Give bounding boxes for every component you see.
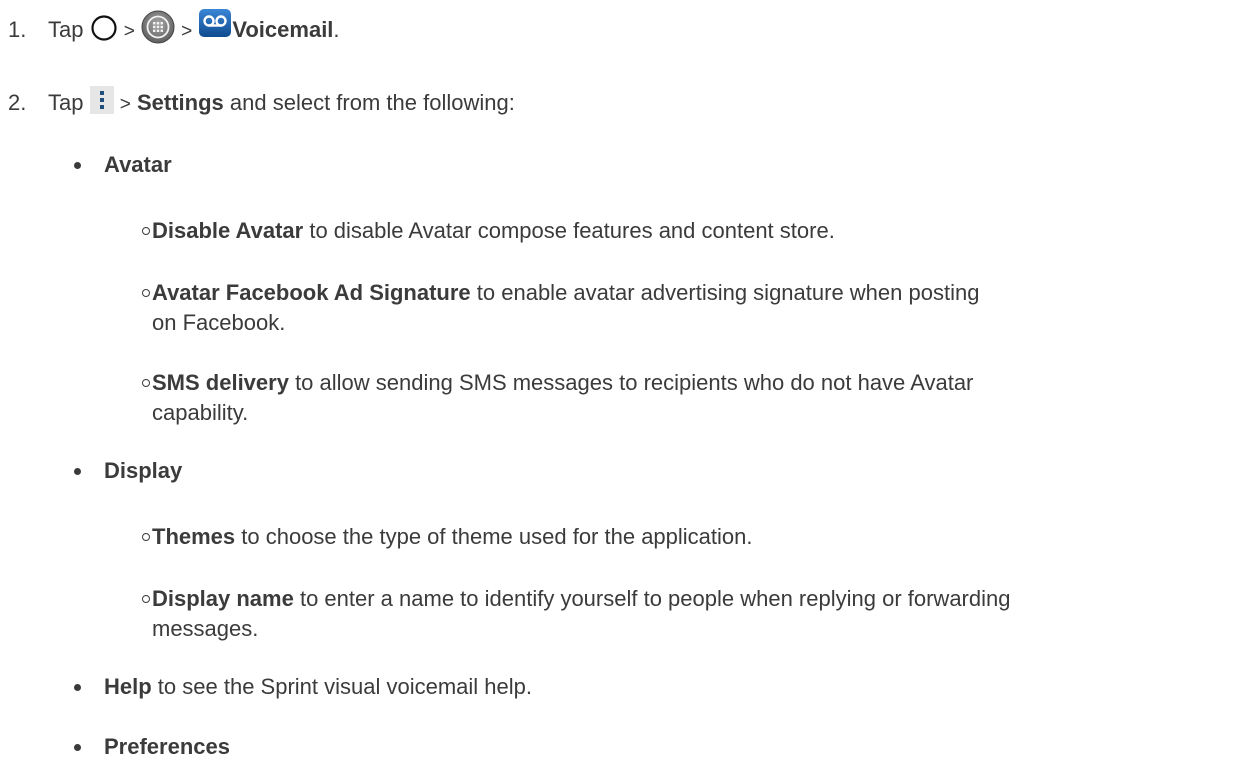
item-desc-cont: messages. [152,616,259,641]
sub-bullet-circle [142,379,150,387]
step-2-rest: and select from the following: [229,90,515,115]
item-desc: to enable avatar advertising signature w… [470,280,980,305]
period: . [333,16,340,42]
item-term: SMS delivery [152,370,289,395]
overflow-menu-icon [89,86,114,115]
voicemail-label: Voicemail [232,16,334,42]
item-term: Disable Avatar [152,218,304,243]
item-desc: to see the Sprint visual voicemail help. [151,674,532,699]
group-title: Display [104,458,183,483]
item-term: Display name [152,586,294,611]
tap-text: Tap [48,16,84,42]
step-number: 1. [8,16,27,42]
separator: > [123,20,135,42]
sub-bullet-circle [142,533,150,541]
settings-label: Settings [136,90,224,115]
item-term: Themes [152,524,236,549]
item-desc-cont: on Facebook. [152,310,286,335]
item-desc: to choose the type of theme used for the… [235,524,753,549]
sub-bullet-circle [142,227,150,235]
item-term: Avatar Facebook Ad Signature [152,280,471,305]
item-desc-cont: capability. [152,400,249,425]
bullet-dot [74,744,81,751]
sub-bullet-circle [142,289,150,297]
group-title: Preferences [104,734,230,759]
apps-grid-icon [141,10,175,44]
step-1: 1. Tap > > Voicemail. [8,9,340,48]
item-term: Help [104,674,152,699]
item-desc: to allow sending SMS messages to recipie… [288,370,974,395]
document-page: 1. Tap > > Voicemail. 2. Tap > Settings … [0,0,1255,767]
tap-text: Tap [48,90,84,115]
bullet-dot [74,468,81,475]
sub-bullet-circle [142,595,150,603]
home-circle-icon [90,14,118,42]
bullet-dot [74,162,81,169]
voicemail-app-icon [198,8,232,38]
item-desc: to disable Avatar compose features and c… [303,218,835,243]
separator: > [119,94,131,115]
step-2: 2. Tap > Settings and select from the fol… [8,86,515,120]
step-number: 2. [8,90,27,115]
separator: > [181,20,193,42]
bullet-dot [74,684,81,691]
item-desc: to enter a name to identify yourself to … [293,586,1011,611]
group-title: Avatar [104,152,172,177]
